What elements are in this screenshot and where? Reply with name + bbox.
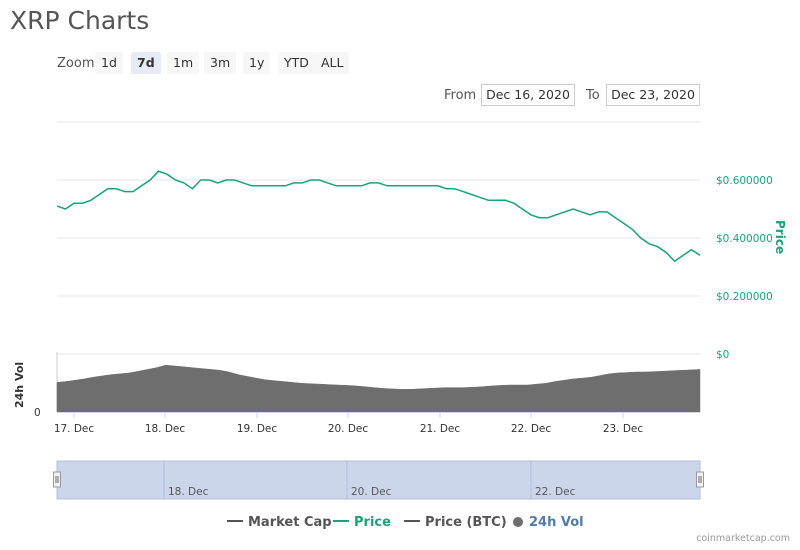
navigator-right-handle[interactable] — [696, 471, 704, 488]
price-axis-title: Price — [773, 220, 787, 254]
legend-line-icon — [404, 520, 420, 522]
navigator[interactable]: 18. Dec 20. Dec 22. Dec — [53, 460, 704, 500]
navigator-label: 20. Dec — [351, 486, 392, 498]
x-tick-label: 17. Dec — [54, 423, 95, 435]
volume-series — [56, 364, 701, 413]
x-tick-label: 20. Dec — [328, 423, 369, 435]
x-tick-label: 21. Dec — [420, 423, 461, 435]
x-tick-label: 23. Dec — [603, 423, 644, 435]
credits-text: coinmarketcap.com — [696, 533, 790, 544]
legend-line-icon — [227, 520, 243, 522]
price-series — [56, 170, 701, 263]
time-axis: 17. Dec 18. Dec 19. Dec 20. Dec 21. Dec 22. D… — [54, 412, 700, 435]
y-tick-label: $0 — [716, 349, 729, 361]
volume-axis-title: 24h Vol — [13, 362, 26, 408]
volume-area — [56, 364, 701, 413]
navigator-label: 18. Dec — [168, 486, 209, 498]
navigator-left-handle[interactable] — [53, 471, 61, 488]
legend-item-24h-vol[interactable]: 24h Vol — [513, 515, 584, 530]
legend-label: Price — [354, 515, 391, 530]
legend-item-price-btc[interactable]: Price (BTC) — [404, 515, 507, 530]
navigator-label: 22. Dec — [535, 486, 576, 498]
legend: Market Cap Price Price (BTC) 24h Vol — [0, 515, 800, 533]
legend-line-icon — [333, 520, 349, 522]
x-tick-label: 22. Dec — [511, 423, 552, 435]
y-tick-label: $0.400000 — [716, 233, 773, 245]
x-tick-label: 18. Dec — [145, 423, 186, 435]
price-line — [56, 170, 701, 263]
legend-circle-icon — [513, 517, 523, 527]
x-tick-label: 19. Dec — [237, 423, 278, 435]
y-tick-label: $0.200000 — [716, 291, 773, 303]
legend-label: Market Cap — [248, 515, 332, 530]
legend-label: Price (BTC) — [425, 515, 507, 530]
legend-item-market-cap[interactable]: Market Cap — [227, 515, 332, 530]
y-tick-label: $0.600000 — [716, 175, 773, 187]
volume-tick-label: 0 — [34, 407, 41, 419]
price-volume-chart[interactable]: $0.600000 $0.400000 $0.200000 $0 Price 24h Vo… — [0, 0, 800, 510]
legend-label: 24h Vol — [529, 515, 584, 530]
legend-item-price[interactable]: Price — [333, 515, 391, 530]
